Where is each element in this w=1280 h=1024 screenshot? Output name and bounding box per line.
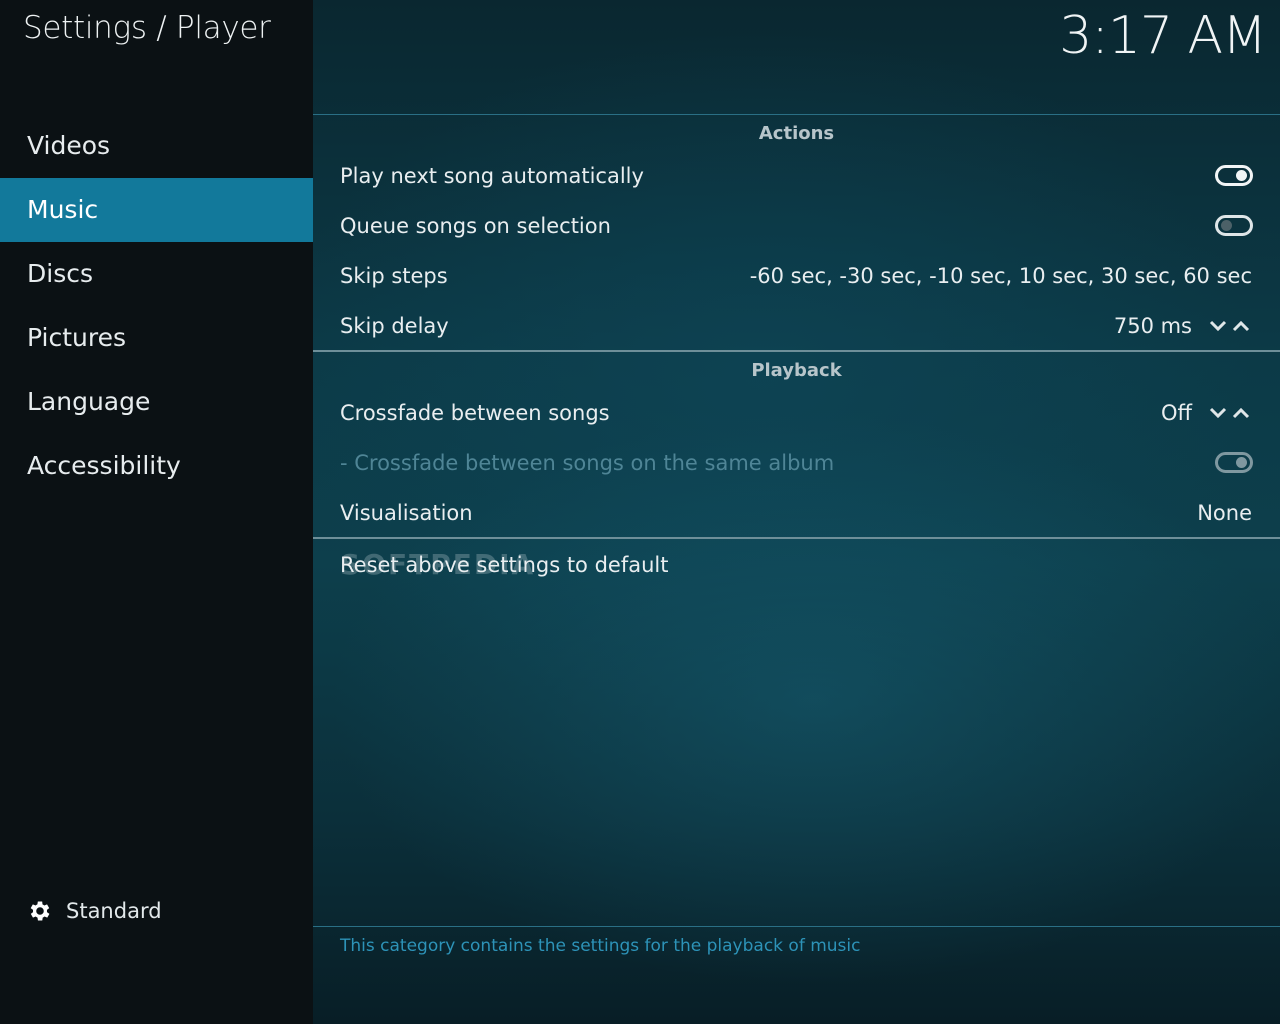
bottom-divider [313, 926, 1280, 927]
setting-label: Play next song automatically [340, 164, 644, 188]
sidebar-item-discs[interactable]: Discs [0, 242, 313, 306]
gear-icon [30, 901, 50, 921]
setting-skip-steps[interactable]: Skip steps -60 sec, -30 sec, -10 sec, 10… [313, 251, 1280, 301]
setting-visualisation[interactable]: Visualisation None [313, 488, 1280, 538]
spinner-arrows-icon[interactable] [1209, 405, 1253, 421]
setting-play-next-song[interactable]: Play next song automatically [313, 151, 1280, 201]
section-divider [313, 537, 1280, 539]
setting-label: Skip delay [340, 314, 449, 338]
spinner-arrows-icon[interactable] [1209, 318, 1253, 334]
sidebar-item-videos[interactable]: Videos [0, 114, 313, 178]
setting-value: -60 sec, -30 sec, -10 sec, 10 sec, 30 se… [749, 264, 1252, 288]
setting-queue-songs[interactable]: Queue songs on selection [313, 201, 1280, 251]
sidebar-item-accessibility[interactable]: Accessibility [0, 434, 313, 498]
setting-value: Off [1161, 401, 1192, 425]
toggle-knob [1221, 220, 1232, 231]
section-header-actions: Actions [758, 123, 835, 144]
setting-label: Skip steps [340, 264, 448, 288]
setting-crossfade-same-album: - Crossfade between songs on the same al… [313, 438, 1280, 488]
settings-level-button[interactable]: Standard [27, 898, 162, 924]
clock: 3:17 AM [1059, 6, 1267, 66]
toggle-knob [1236, 170, 1247, 181]
toggle-switch[interactable] [1215, 165, 1253, 186]
sidebar-item-pictures[interactable]: Pictures [0, 306, 313, 370]
top-divider [313, 114, 1280, 115]
sidebar-item-music[interactable]: Music [0, 178, 313, 242]
toggle-knob [1236, 457, 1247, 468]
reset-settings-button[interactable]: Reset above settings to default [313, 540, 1280, 590]
setting-skip-delay[interactable]: Skip delay 750 ms [313, 301, 1280, 351]
sidebar-item-language[interactable]: Language [0, 370, 313, 434]
page-title: Settings / Player [23, 10, 271, 46]
section-header-playback: Playback [751, 360, 842, 381]
setting-label: Visualisation [340, 501, 473, 525]
setting-crossfade[interactable]: Crossfade between songs Off [313, 388, 1280, 438]
setting-label: Crossfade between songs [340, 401, 610, 425]
reset-label: Reset above settings to default [340, 553, 669, 577]
category-menu: Videos Music Discs Pictures Language Acc… [0, 114, 313, 498]
settings-panel: 3:17 AM Actions Play next song automatic… [313, 0, 1280, 1024]
category-description: This category contains the settings for … [340, 936, 861, 956]
setting-value: None [1197, 501, 1252, 525]
toggle-switch [1215, 452, 1253, 473]
setting-label: Queue songs on selection [340, 214, 611, 238]
kodi-settings-window: Settings / Player Videos Music Discs Pic… [0, 0, 1280, 1024]
section-divider [313, 350, 1280, 352]
setting-label: - Crossfade between songs on the same al… [340, 451, 835, 475]
toggle-switch[interactable] [1215, 215, 1253, 236]
settings-level-label: Standard [66, 899, 162, 923]
sidebar: Settings / Player Videos Music Discs Pic… [0, 0, 313, 1024]
setting-value: 750 ms [1113, 314, 1192, 338]
